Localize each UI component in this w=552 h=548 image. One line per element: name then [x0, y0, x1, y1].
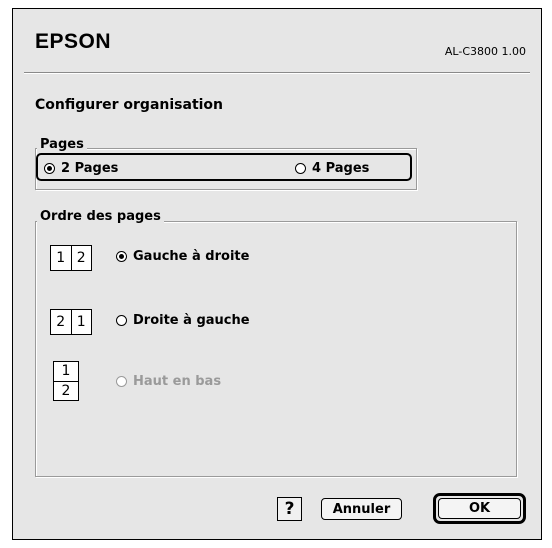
radio-right-to-left-label: Droite à gauche [133, 313, 250, 328]
ok-button[interactable]: OK [438, 498, 521, 519]
dialog-title: Configurer organisation [35, 97, 224, 113]
radio-top-to-bottom: Haut en bas [116, 374, 221, 389]
right-to-left-icon: 21 [50, 309, 92, 335]
cancel-button[interactable]: Annuler [321, 498, 402, 520]
top-to-bottom-icon: 1 2 [53, 361, 79, 401]
radio-selected-icon [116, 251, 127, 262]
radio-unselected-icon [295, 163, 306, 174]
header-divider [24, 72, 530, 74]
help-button[interactable]: ? [277, 497, 302, 521]
order-group-label: Ordre des pages [37, 209, 164, 224]
radio-left-to-right[interactable]: Gauche à droite [116, 249, 249, 264]
radio-2-pages-label: 2 Pages [61, 161, 119, 176]
radio-left-to-right-label: Gauche à droite [133, 249, 250, 264]
left-to-right-icon: 12 [50, 245, 92, 271]
printer-model-label: AL-C3800 1.00 [444, 45, 526, 58]
radio-right-to-left[interactable]: Droite à gauche [116, 313, 250, 328]
radio-4-pages[interactable]: 4 Pages [295, 161, 369, 176]
help-icon: ? [284, 499, 295, 519]
radio-2-pages[interactable]: 2 Pages [44, 161, 118, 176]
radio-disabled-icon [116, 376, 127, 387]
order-group-box [35, 221, 517, 477]
page-layout-dialog: EPSON AL-C3800 1.00 Configurer organisat… [12, 8, 542, 540]
radio-unselected-icon [116, 315, 127, 326]
radio-4-pages-label: 4 Pages [312, 161, 370, 176]
pages-group-label: Pages [37, 137, 87, 152]
radio-selected-icon [44, 163, 55, 174]
radio-top-to-bottom-label: Haut en bas [133, 374, 222, 389]
brand-logo: EPSON [35, 30, 112, 53]
